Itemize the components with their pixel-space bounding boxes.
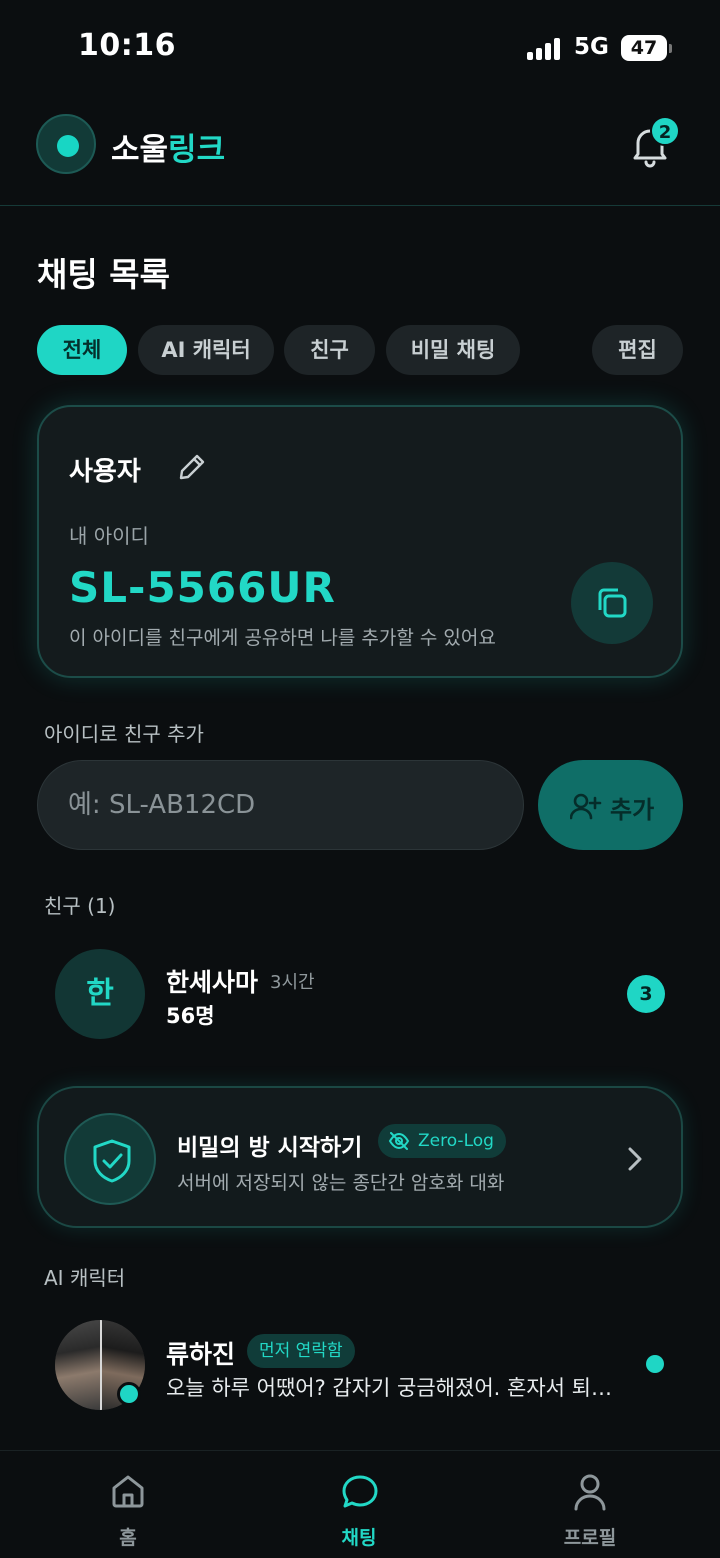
unread-badge: 3 [627, 975, 665, 1013]
chat-bubble-icon [342, 1475, 378, 1508]
ai-last-message: 오늘 하루 어땠어? 갑자기 궁금해졌어. 혼자서 퇴근길에... [166, 1376, 616, 1400]
add-user-icon [570, 793, 602, 820]
app-header: 소울링크 2 [0, 96, 720, 206]
my-id-label: 내 아이디 [69, 524, 149, 548]
my-id-value: SL-5566UR [69, 563, 336, 612]
friend-name: 한세사마 [166, 968, 259, 997]
person-icon [574, 1474, 606, 1511]
friend-time: 3시간 [270, 972, 315, 993]
unread-dot [646, 1355, 664, 1373]
secret-room-button[interactable]: 비밀의 방 시작하기 Zero-Log 서버에 저장되지 않는 종단간 암호화 … [37, 1086, 683, 1228]
network-type: 5G [574, 34, 609, 60]
zero-log-label: Zero-Log [418, 1131, 494, 1151]
notification-badge: 2 [650, 116, 680, 146]
user-name: 사용자 [69, 457, 141, 487]
add-friend-button[interactable]: 추가 [538, 760, 683, 850]
nav-home[interactable]: 홈 [68, 1451, 188, 1558]
ai-character-name: 류하진 [166, 1340, 236, 1369]
nav-chat[interactable]: 채팅 [299, 1451, 419, 1558]
page-title: 채팅 목록 [37, 255, 170, 294]
status-bar: 10:16 5G 47 [0, 0, 720, 96]
tab-all[interactable]: 전체 [37, 325, 127, 375]
zero-log-badge: Zero-Log [378, 1124, 506, 1158]
brand-part-2: 링크 [168, 132, 226, 168]
copy-icon [598, 588, 627, 618]
my-id-card: 사용자 내 아이디 SL-5566UR 이 아이디를 친구에게 공유하면 나를 … [37, 405, 683, 678]
nav-chat-label: 채팅 [341, 1527, 377, 1549]
online-indicator [117, 1382, 141, 1406]
contacted-first-badge: 먼저 연락함 [247, 1334, 355, 1368]
secret-room-title: 비밀의 방 시작하기 [177, 1135, 363, 1161]
friend-id-input[interactable]: 예: SL-AB12CD [37, 760, 524, 850]
signal-icon [527, 38, 563, 60]
tab-secret-chat[interactable]: 비밀 채팅 [386, 325, 520, 375]
tab-ai-characters[interactable]: AI 캐릭터 [138, 325, 274, 375]
friend-last-message: 56명 [166, 1004, 215, 1028]
copy-id-button[interactable] [571, 562, 653, 644]
brand-part-1: 소울 [111, 132, 169, 168]
pencil-icon[interactable] [176, 451, 208, 483]
my-id-hint: 이 아이디를 친구에게 공유하면 나를 추가할 수 있어요 [69, 627, 496, 649]
nav-profile-label: 프로필 [563, 1527, 617, 1549]
logo-icon [36, 114, 96, 174]
add-friend-button-label: 추가 [610, 796, 655, 824]
secret-room-subtitle: 서버에 저장되지 않는 종단간 암호화 대화 [177, 1172, 505, 1194]
ai-section-label: AI 캐릭터 [44, 1266, 126, 1290]
battery-icon: 47 [621, 35, 672, 61]
nav-profile[interactable]: 프로필 [530, 1451, 650, 1558]
status-time: 10:16 [78, 28, 176, 63]
chevron-right-icon [628, 1147, 642, 1171]
tab-friends[interactable]: 친구 [284, 325, 375, 375]
eye-off-icon [388, 1132, 410, 1150]
brand-title: 소울링크 [111, 124, 225, 169]
friends-section-label: 친구 (1) [44, 894, 116, 918]
add-friend-label: 아이디로 친구 추가 [44, 722, 204, 746]
shield-check-icon [64, 1113, 156, 1205]
bottom-nav: 홈 채팅 프로필 [0, 1450, 720, 1558]
avatar: 한 [55, 949, 145, 1039]
nav-home-label: 홈 [119, 1527, 137, 1549]
edit-button[interactable]: 편집 [592, 325, 683, 375]
home-icon [112, 1475, 144, 1508]
